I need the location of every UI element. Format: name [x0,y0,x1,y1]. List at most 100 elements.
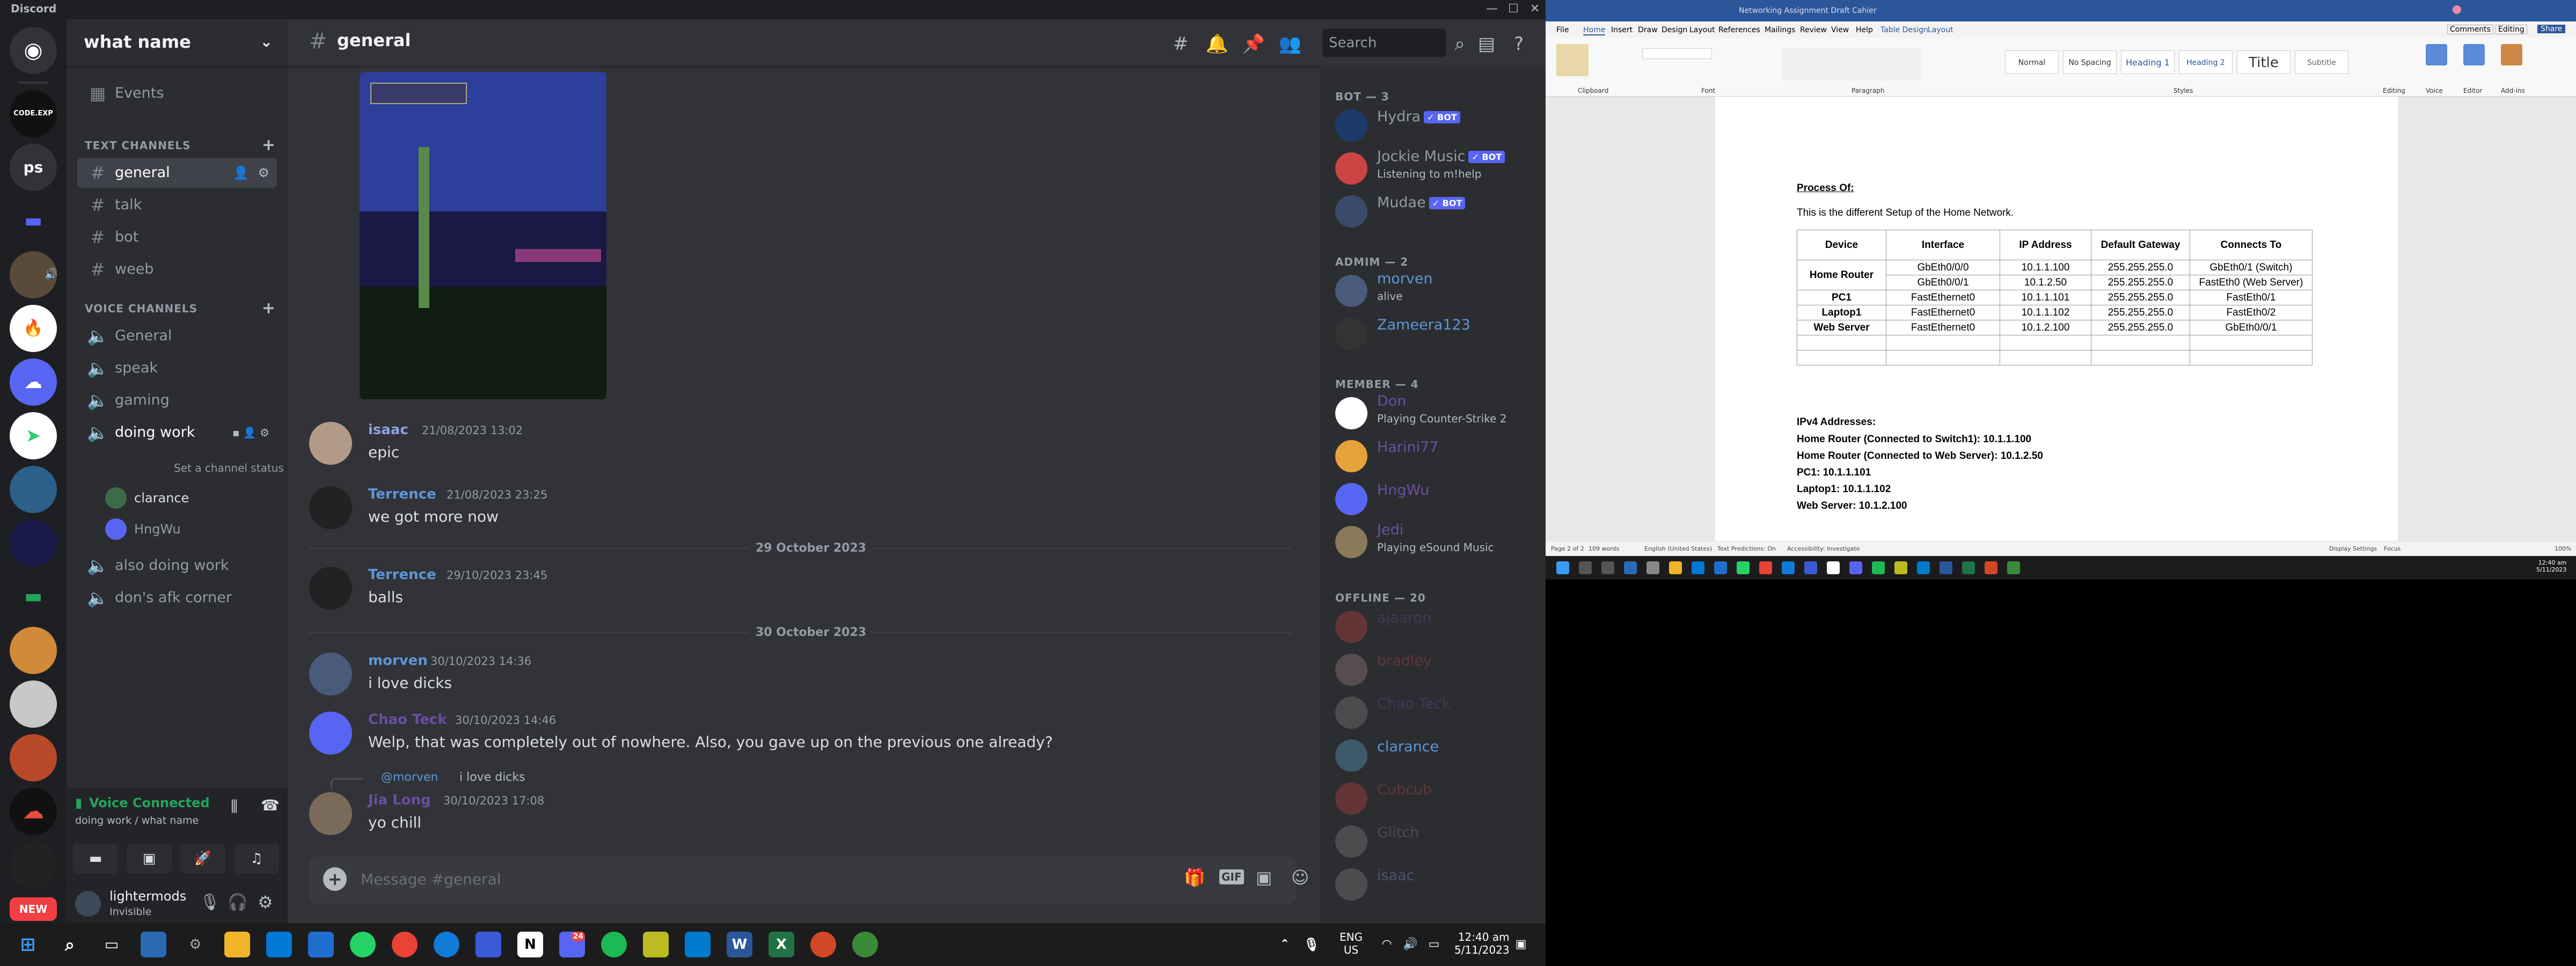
notion-icon[interactable]: N [517,932,543,957]
folder-icon[interactable]: ▬ [10,573,57,620]
plus-icon[interactable]: + [262,299,276,318]
server-akatsuki-icon[interactable]: ☁ [10,788,57,835]
member-offline[interactable]: Chao Teck [1335,692,1541,733]
calendar-icon[interactable] [475,932,501,957]
spotify-icon[interactable] [1872,561,1885,574]
server-avatar[interactable] [10,627,57,674]
channel-weeb[interactable]: # weeb [77,254,277,284]
notion-icon[interactable] [1827,561,1840,574]
reply-text[interactable]: i love dicks [459,771,525,784]
document-page[interactable]: Process Of: This is the different Setup … [1715,97,2398,541]
message-author[interactable]: Terrence [368,486,436,502]
style-heading-1[interactable]: Heading 1 [2121,50,2175,74]
paste-icon[interactable] [1556,44,1589,76]
tab-file[interactable]: File [1556,26,1569,34]
style-title[interactable]: Title [2237,50,2290,74]
headphones-icon[interactable]: 🎧 [228,893,247,912]
channel-talk[interactable]: # talk [77,190,277,220]
file-explorer-icon[interactable] [224,932,250,957]
zoom-level[interactable]: 100% [2555,545,2571,552]
gift-icon[interactable]: 🎁 [1184,867,1205,888]
plus-icon[interactable]: + [262,136,276,155]
volume-icon[interactable]: 🔊 [1397,932,1423,957]
clock[interactable]: 12:40 am 5/11/2023 [1454,931,1510,956]
member-offline[interactable]: isaac [1335,864,1541,905]
store-icon[interactable] [1692,561,1704,574]
chrome-icon[interactable] [392,932,418,957]
text-channels-category[interactable]: TEXT CHANNELS + [72,136,282,155]
server-avatar[interactable] [10,466,57,513]
tab-layout[interactable]: Layout [1689,26,1715,34]
channel-bot[interactable]: # bot [77,222,277,252]
message-input[interactable]: Message #general [361,870,501,888]
settings-gear-icon[interactable]: ⚙ [258,892,273,912]
gear-icon[interactable]: ⚙ [258,158,269,188]
user-avatar[interactable] [2453,5,2461,14]
vscode-icon[interactable] [685,932,711,957]
editing-button[interactable]: Editing [2496,25,2527,34]
dictate-icon[interactable] [2426,44,2447,65]
edge-icon[interactable] [1782,561,1795,574]
activity-button[interactable]: 🚀 [180,844,225,874]
editor-icon[interactable] [2463,44,2485,65]
chevron-up-icon[interactable]: ⌃ [1272,932,1298,957]
whatsapp-icon[interactable] [1737,561,1750,574]
avatar[interactable] [309,422,352,465]
app-icon[interactable] [1624,561,1637,574]
member-jockie-music[interactable]: Jockie Music ✓ BOT Listening to m!help [1335,148,1541,189]
tab-mailings[interactable]: Mailings [1765,26,1795,34]
member-zameera123[interactable]: Zameera123 [1335,313,1541,354]
server-ps[interactable]: ps [10,144,57,191]
voice-status[interactable]: Voice Connected [89,795,210,810]
member-hydra[interactable]: Hydra ✓ BOT [1335,105,1541,146]
search-icon[interactable]: ⌕ [1449,31,1470,57]
member-clarance[interactable]: clarance [1335,735,1541,776]
avatar[interactable] [309,712,352,755]
reply-author[interactable]: @morven [381,771,438,784]
voice-channel-doing-work[interactable]: 🔈 doing work ▪ 👤 ⚙ [77,418,277,448]
message-author[interactable]: Terrence [368,567,436,583]
windows-start-icon[interactable]: ⊞ [15,932,41,957]
focus-mode[interactable]: Focus [2384,545,2401,552]
member-hngwu[interactable]: HngWu [1335,479,1541,519]
tab-table-layout[interactable]: Layout [1928,26,1953,34]
channel-actions-icon[interactable]: ▪ 👤 ⚙ [232,418,269,448]
add-attachment-icon[interactable]: + [323,867,347,891]
settings-icon[interactable]: ⚙ [182,932,208,957]
tab-references[interactable]: References [1718,26,1760,34]
tab-home[interactable]: Home [1583,26,1606,35]
events-item[interactable]: ▦ Events [77,78,277,108]
member-morven[interactable]: morven alive [1335,270,1541,311]
voice-channel-speak[interactable]: 🔈 speak [77,353,277,383]
member-don[interactable]: Don Playing Counter-Strike 2 [1335,393,1541,434]
text-predictions[interactable]: Text Predictions: On [1717,545,1776,552]
avatar[interactable] [309,486,352,529]
edge-icon[interactable] [434,932,459,957]
noise-suppression-icon[interactable]: ⫼ [231,797,238,816]
app-icon[interactable] [1714,561,1727,574]
server-avatar[interactable] [10,841,57,889]
message-author[interactable]: Jia Long [368,792,431,808]
display-settings[interactable]: Display Settings [2329,545,2377,552]
emoji-icon[interactable]: ☺ [1291,867,1309,888]
style-normal[interactable]: Normal [2005,50,2059,74]
search-icon[interactable]: ⌕ [57,932,83,957]
server-arrow-icon[interactable]: ➤ [10,412,57,459]
discord-icon[interactable] [1849,561,1862,574]
member-offline[interactable]: ajaaron [1335,606,1541,647]
discord-home-icon[interactable]: ◉ [10,27,57,74]
message-author[interactable]: isaac [368,422,408,438]
battery-icon[interactable]: ▭ [1421,932,1447,957]
server-avatar[interactable]: 🔊 [10,251,57,298]
server-code-exp[interactable]: CODE.EXP [10,90,57,137]
task-view-icon[interactable] [1601,561,1614,574]
username[interactable]: lightermods [109,889,186,904]
tab-help[interactable]: Help [1856,26,1873,34]
network-table[interactable]: Device Interface IP Address Default Gate… [1797,230,2312,365]
message-composer[interactable]: + Message #general 🎁 GIF ▣ ☺ [309,857,1309,904]
style-subtitle[interactable]: Subtitle [2295,50,2348,74]
member-offline[interactable]: bradley [1335,649,1541,690]
server-car-icon[interactable] [10,680,57,728]
app-icon[interactable] [1894,561,1907,574]
app-icon[interactable] [643,932,669,957]
